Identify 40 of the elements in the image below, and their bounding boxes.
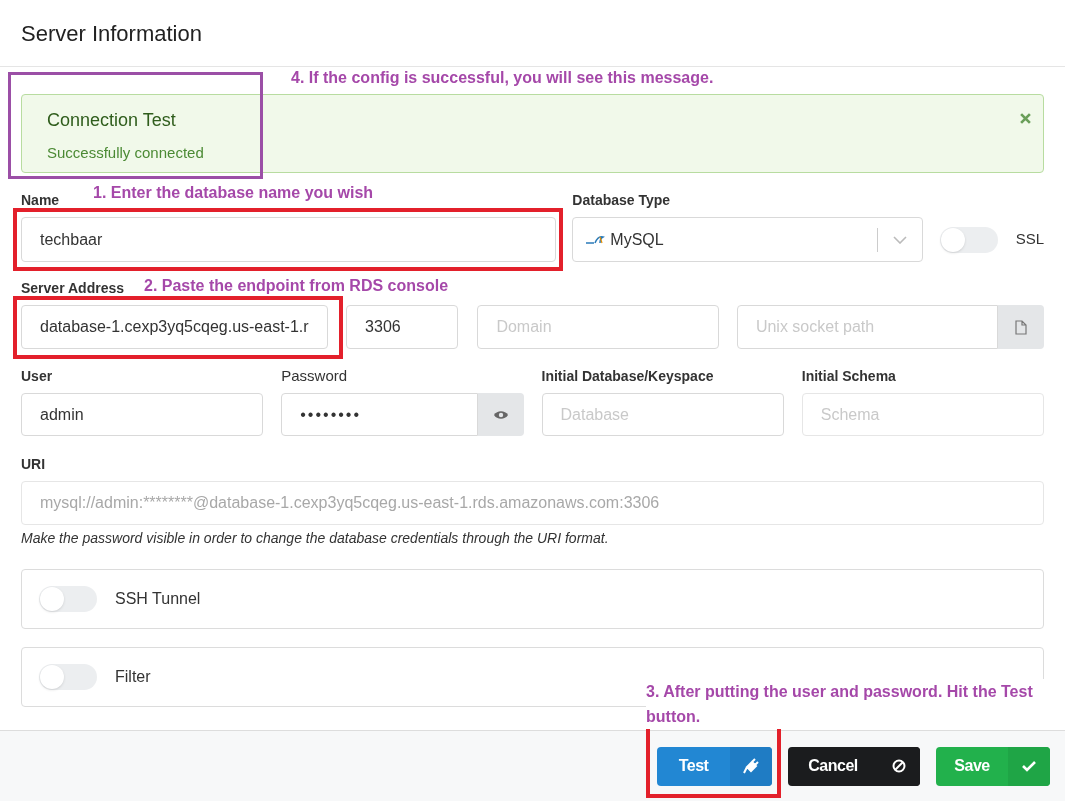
database-logo-icon	[585, 234, 606, 245]
toggle-switch[interactable]	[39, 586, 97, 612]
file-button[interactable]	[998, 305, 1044, 349]
dialog-title: Server Information	[21, 19, 202, 48]
test-button[interactable]: Test	[657, 746, 772, 786]
port-field[interactable]: 3306	[346, 305, 459, 349]
plug-icon	[743, 758, 759, 774]
field-label: Database Type	[572, 191, 671, 210]
select-value: MySQL	[610, 229, 665, 250]
field-label: Password	[281, 366, 348, 386]
checkmark-icon	[1021, 758, 1037, 774]
toggle-switch[interactable]	[939, 226, 998, 253]
annotation-text: 2. Paste the endpoint from RDS console	[144, 276, 449, 296]
ssl-label: SSL	[1015, 229, 1044, 250]
panel-label: SSH Tunnel	[115, 589, 201, 609]
field-label: Initial Database/Keyspace	[541, 367, 714, 386]
field-label: Server Address	[21, 279, 124, 298]
panel-label: Filter	[115, 667, 151, 687]
field-label: Name	[21, 191, 60, 210]
annotation-text: 4. If the config is successful, you will see this message.	[291, 68, 714, 88]
annotation-text: 3. After putting the user and password. Hit the Test button.	[646, 679, 1046, 729]
show-password-button[interactable]	[477, 393, 524, 436]
file-icon	[1015, 319, 1027, 335]
server-address-field[interactable]: database-1.cexp3yq5cqeg.us-east-1.r	[21, 305, 329, 349]
user-field[interactable]: admin	[21, 393, 264, 436]
eye-icon	[492, 409, 509, 420]
name-field[interactable]: techbaar	[21, 217, 557, 262]
chevron-down-icon[interactable]	[892, 235, 907, 244]
alert-title: Connection Test	[47, 109, 177, 132]
field-label: Initial Schema	[801, 367, 896, 386]
annotation-text: 1. Enter the database name you wish	[93, 183, 374, 203]
cancel-button[interactable]: Cancel	[788, 746, 920, 786]
cancel-icon	[891, 758, 907, 774]
field-label: User	[21, 367, 53, 386]
field-label: URI	[21, 455, 46, 474]
database-type-select[interactable]: MySQL	[572, 217, 923, 262]
help-text: Make the password visible in order to change the database credentials through the URI format.	[21, 529, 610, 548]
close-icon[interactable]	[1020, 113, 1031, 124]
toggle-switch[interactable]	[39, 664, 97, 690]
alert-message: Successfully connected	[47, 143, 204, 163]
